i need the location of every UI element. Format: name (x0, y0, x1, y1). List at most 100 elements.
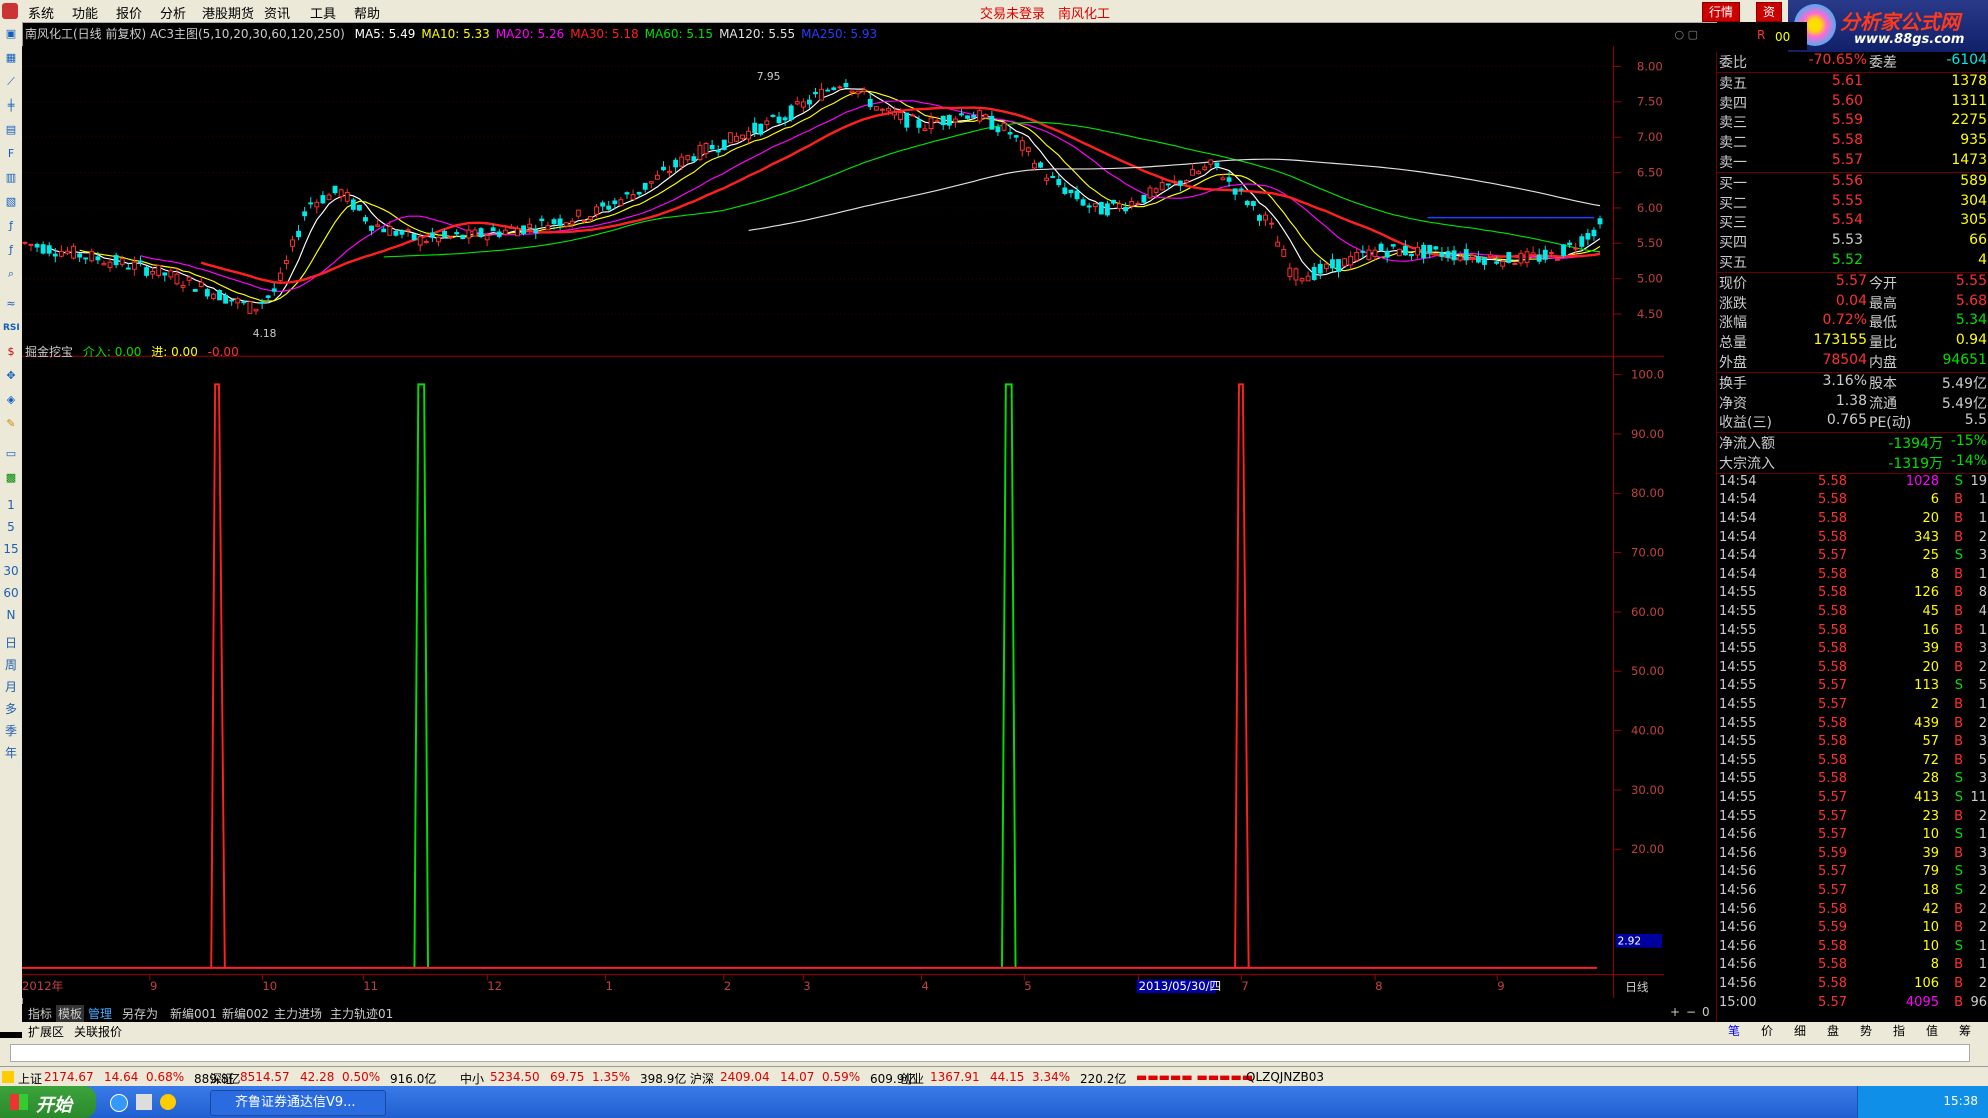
tick-count: 5 (1978, 752, 1987, 768)
candle-body (1013, 135, 1019, 138)
panel-tab[interactable]: 盘 (1827, 1022, 1839, 1039)
period-day[interactable]: 日 (2, 634, 20, 651)
tick-count: 3 (1978, 641, 1987, 657)
chart-area[interactable]: 8.00 7.50 7.00 6.50 6.00 5.50 5.00 4.50 100.0 90… (22, 22, 1664, 1022)
desktop-icon[interactable] (136, 1094, 152, 1110)
tab-main-entry[interactable]: 主力进场 (274, 1005, 322, 1022)
candle-body (1415, 246, 1421, 256)
weicha-label: 委差 (1869, 55, 1897, 71)
menu-info[interactable]: 资讯 (264, 3, 290, 22)
candle-body (788, 105, 794, 121)
tab-save-as[interactable]: 另存为 (122, 1005, 158, 1022)
toolbar-icon[interactable]: ▣ (3, 26, 19, 42)
toolbar-icon[interactable]: ▭ (3, 446, 19, 462)
tab-new002[interactable]: 新编002 (222, 1005, 269, 1022)
search-icon[interactable]: ⌕ (3, 266, 19, 282)
menu-system[interactable]: 系统 (28, 3, 54, 22)
command-input[interactable] (10, 1044, 1970, 1062)
candle-body (922, 128, 928, 132)
period-1[interactable]: 1 (2, 498, 20, 512)
toolbar-icon[interactable]: ▧ (3, 194, 19, 210)
tick-direction: S (1954, 678, 1963, 694)
ie-icon[interactable] (110, 1094, 128, 1112)
candle-body (332, 185, 338, 194)
trade-login-status[interactable]: 交易未登录 (980, 3, 1045, 22)
candle-body (1299, 278, 1305, 282)
menu-help[interactable]: 帮助 (354, 3, 380, 22)
sell-price: 5.57 (1831, 152, 1863, 168)
panel-tab[interactable]: 筹 (1959, 1022, 1971, 1039)
tick-price: 5.58 (1818, 585, 1847, 601)
toolbar-icon[interactable]: ▩ (3, 470, 19, 486)
sub-axis-label: 40.00 (1631, 723, 1664, 737)
period-week[interactable]: 周 (2, 656, 20, 673)
panel-tab[interactable]: 笔 (1728, 1022, 1740, 1039)
period-30[interactable]: 30 (2, 564, 20, 578)
period-15[interactable]: 15 (2, 542, 20, 556)
tab-template[interactable]: 模板 (56, 1005, 85, 1022)
period-quarter[interactable]: 季 (2, 722, 20, 739)
menu-hk-futures[interactable]: 港股期货 (202, 3, 254, 22)
toolbar-icon[interactable]: ▤ (3, 122, 19, 138)
zoom-reset-button[interactable]: 0 (1702, 1005, 1710, 1019)
pencil-icon[interactable]: ✎ (3, 416, 19, 432)
panel-tab[interactable]: 指 (1893, 1022, 1905, 1039)
toolbar-icon[interactable]: ◈ (3, 392, 19, 408)
chart-window-icons[interactable]: ○ ▢ (1675, 28, 1699, 41)
quote-button[interactable]: 行情 (1702, 2, 1741, 22)
candle-body (442, 230, 447, 238)
candle-body (1019, 140, 1025, 151)
app-shortcut-icon[interactable] (160, 1094, 176, 1110)
period-month[interactable]: 月 (2, 678, 20, 695)
candle-body (369, 225, 374, 231)
tab-indicator[interactable]: 指标 (28, 1005, 52, 1022)
zoom-out-button[interactable]: − (1686, 1005, 1696, 1019)
info-button[interactable]: 资 (1756, 2, 1783, 22)
period-n[interactable]: N (2, 608, 20, 622)
start-button[interactable]: 开始 (0, 1086, 96, 1118)
menu-analysis[interactable]: 分析 (160, 3, 186, 22)
high-price-label: 7.95 (757, 70, 781, 83)
tick-volume: 18 (1922, 883, 1939, 898)
money-icon[interactable]: $ (3, 344, 19, 360)
panel-tab[interactable]: 价 (1761, 1022, 1773, 1039)
period-60[interactable]: 60 (2, 586, 20, 600)
app-icon[interactable] (2, 3, 18, 19)
menu-quote[interactable]: 报价 (116, 3, 142, 22)
panel-tab[interactable]: 细 (1794, 1022, 1806, 1039)
toolbar-icon[interactable]: ▦ (3, 50, 19, 66)
period-5[interactable]: 5 (2, 520, 20, 534)
tab-main-track[interactable]: 主力轨迹01 (330, 1005, 393, 1022)
rsi-icon[interactable]: RSI (3, 320, 20, 336)
candle-body (515, 228, 520, 237)
period-year[interactable]: 年 (2, 744, 20, 761)
menu-function[interactable]: 功能 (72, 3, 98, 22)
toolbar-icon[interactable]: ▥ (3, 170, 19, 186)
panel-tab[interactable]: 值 (1926, 1022, 1938, 1039)
index-name: 中小 (460, 1072, 485, 1086)
tick-row: 14:55 5.58 126 B 8 (1717, 585, 1988, 604)
menu-tools[interactable]: 工具 (310, 3, 336, 22)
candle-body (1098, 202, 1104, 215)
wave-icon[interactable]: ≈ (3, 296, 19, 312)
f10-icon[interactable]: F (3, 146, 19, 162)
zoom-in-button[interactable]: + (1670, 1005, 1680, 1019)
period-multi[interactable]: 多 (2, 700, 20, 717)
move-icon[interactable]: ✥ (3, 368, 19, 384)
sub-axis-label: 60.00 (1631, 605, 1664, 619)
candle-body (28, 243, 34, 246)
line-chart-icon[interactable]: ⟋ (3, 74, 19, 90)
sub-axis-label: 30.00 (1631, 783, 1664, 797)
panel-tab[interactable]: 势 (1860, 1022, 1872, 1039)
candle-icon[interactable]: ╪ (3, 98, 19, 114)
tick-time: 14:56 (1719, 920, 1757, 936)
index-chg: 14.07 (780, 1070, 815, 1084)
candle-body (618, 199, 624, 206)
candle-body (1190, 169, 1195, 176)
taskbar-app[interactable]: 齐鲁证券通达信V9... (210, 1090, 386, 1116)
tab-manage[interactable]: 管理 (88, 1005, 112, 1022)
formula-icon[interactable]: ƒ (3, 218, 19, 234)
toolbar-icon[interactable]: ƒ (3, 242, 19, 258)
candle-body (1330, 259, 1335, 269)
tab-new001[interactable]: 新编001 (170, 1005, 217, 1022)
